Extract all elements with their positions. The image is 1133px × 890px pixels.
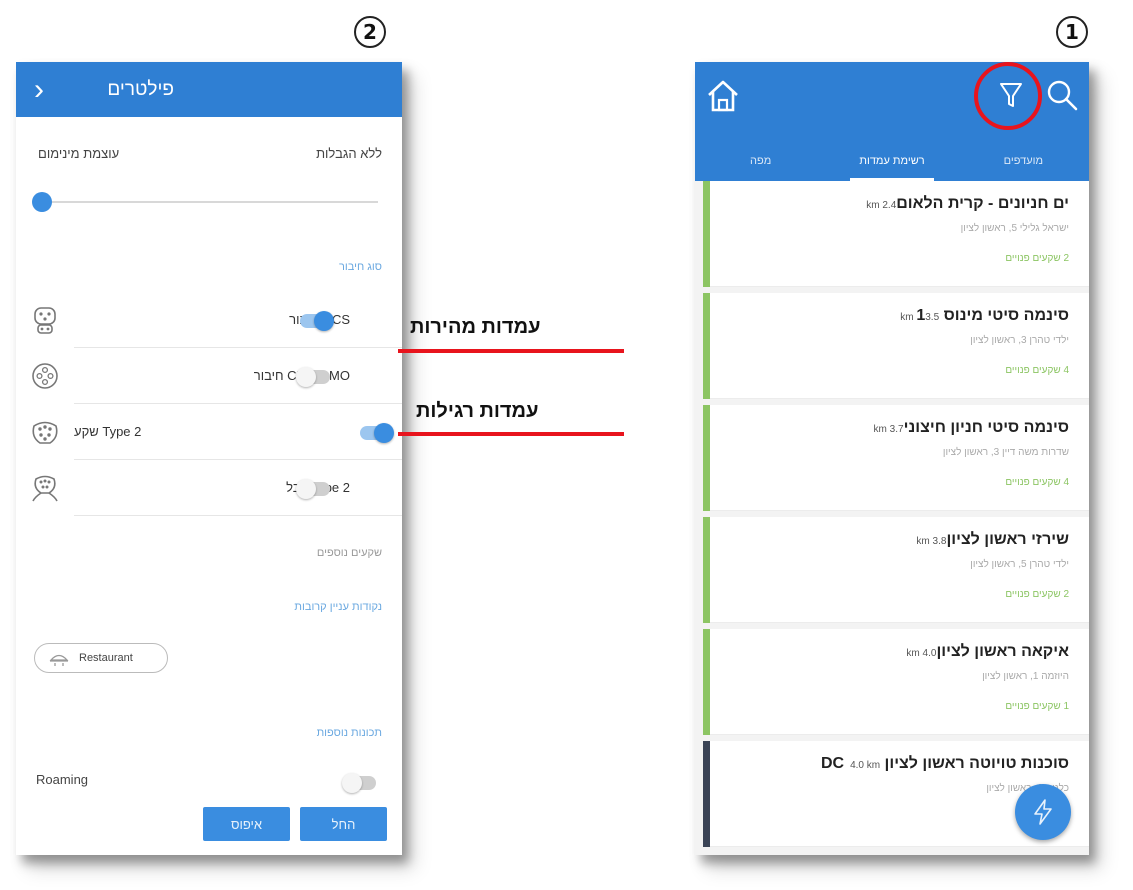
station-distance: 4.0 km [850, 760, 881, 771]
card-divider [710, 734, 1089, 735]
station-address: שדרות משה דיין 3, ראשון לציון [942, 447, 1069, 458]
connector-row-type2-cable[interactable]: כבל Type 2 [32, 460, 402, 516]
step-2-badge: 2 [354, 16, 386, 48]
station-name-row: סינמה סיטי חניון חיצוני3.7 km [868, 419, 1069, 437]
station-list-screen: מועדפים רשימת עמדות מפה ים חניונים - קרי… [695, 62, 1089, 855]
filter-highlight-circle [974, 62, 1042, 130]
regular-annotation-underline [398, 432, 624, 436]
min-power-label: עוצמת מינימום [38, 146, 120, 161]
type2-socket-icon [32, 421, 58, 444]
ccs-toggle[interactable] [300, 311, 334, 331]
min-power-slider-track[interactable] [42, 201, 378, 203]
status-bar [703, 741, 710, 847]
restaurant-icon [49, 654, 69, 666]
chademo-toggle[interactable] [296, 367, 330, 387]
step-1-badge: 1 [1056, 16, 1088, 48]
charge-fab-button[interactable] [1015, 784, 1071, 840]
station-name: שירזי ראשון לציון [946, 531, 1069, 548]
station-card[interactable]: שירזי ראשון לציון3.8 km ילדי טהרן 5, ראשו… [703, 517, 1089, 623]
tab-station-list[interactable]: רשימת עמדות [826, 135, 957, 181]
station-address: ילדי טהרן 5, ראשון לציון [970, 559, 1069, 570]
list-header: מועדפים רשימת עמדות מפה [695, 62, 1089, 181]
station-distance: 4.0 km [906, 648, 937, 659]
list-tabs: מועדפים רשימת עמדות מפה [695, 135, 1089, 181]
card-divider [710, 622, 1089, 623]
card-divider [710, 846, 1089, 847]
ccs-plug-icon [34, 307, 56, 334]
extra-features-title: תכונות נוספות [316, 727, 382, 739]
station-address: היוזמה 1, ראשון לציון [982, 671, 1069, 682]
type2-socket-toggle[interactable] [360, 423, 394, 443]
station-distance: 3.8 km [916, 536, 947, 547]
status-bar [703, 293, 710, 399]
status-bar [703, 405, 710, 511]
poi-section-title: נקודות עניין קרובות [294, 601, 382, 613]
station-card[interactable]: סינמה סיטי מינוס 13.5 km ילדי טהרן 3, ראש… [703, 293, 1089, 399]
station-name: איקאה ראשון לציון [936, 643, 1069, 660]
back-chevron-icon[interactable]: ‹ [34, 74, 44, 105]
roaming-toggle[interactable] [342, 773, 376, 793]
station-availability: 4 שקעים פנויים [1005, 477, 1069, 488]
type2-cable-icon [32, 475, 58, 502]
station-availability: 1 שקעים פנויים [1005, 701, 1069, 712]
type2-cable-toggle[interactable] [296, 479, 330, 499]
card-divider [710, 510, 1089, 511]
filters-header: פילטרים ‹ [16, 62, 402, 117]
more-sockets-link[interactable]: שקעים נוספים [317, 547, 382, 559]
station-name-row: סינמה סיטי מינוס 13.5 km [894, 307, 1069, 325]
station-name: סינמה סיטי חניון חיצוני [903, 419, 1069, 436]
reset-button[interactable]: איפוס [203, 807, 290, 841]
station-address: ילדי טהרן 3, ראשון לציון [970, 335, 1069, 346]
connector-row-ccs[interactable]: חיבור CCS [34, 292, 402, 348]
station-availability: 2 שקעים פנויים [1005, 589, 1069, 600]
fast-stations-annotation: עמדות מהירות [410, 316, 541, 338]
station-name-row: ים חניונים - קרית הלאום2.4 km [860, 195, 1069, 213]
station-card[interactable]: ים חניונים - קרית הלאום2.4 km ישראל גלילי… [703, 181, 1089, 287]
connector-row-chademo[interactable]: חיבור CHAdeMO [32, 348, 402, 404]
tab-favorites[interactable]: מועדפים [958, 135, 1089, 181]
station-name: ים חניונים - קרית הלאום [896, 195, 1069, 212]
restaurant-chip[interactable]: Restaurant [34, 643, 168, 673]
connector-label-type2-socket: שקע Type 2 [74, 424, 142, 439]
restaurant-chip-label: Restaurant [79, 652, 133, 664]
status-bar [703, 629, 710, 735]
card-divider [710, 286, 1089, 287]
station-card[interactable]: סינמה סיטי חניון חיצוני3.7 km שדרות משה ד… [703, 405, 1089, 511]
station-name: סינמה סיטי מינוס 1 [916, 307, 1069, 324]
station-name-row: סוכנות טויוטה ראשון לציון DC4.0 km [821, 755, 1069, 773]
regular-stations-annotation: עמדות רגילות [416, 400, 539, 422]
fast-annotation-underline [398, 349, 624, 353]
station-name-row: שירזי ראשון לציון3.8 km [910, 531, 1069, 549]
connector-section-title: סוג חיבור [339, 261, 382, 273]
station-distance: 3.7 km [873, 424, 904, 435]
connector-row-type2-socket[interactable]: שקע Type 2 [32, 404, 402, 460]
lightning-icon [1034, 799, 1052, 825]
status-bar [703, 181, 710, 287]
station-distance: 2.4 km [866, 200, 897, 211]
min-power-value: ללא הגבלות [316, 146, 382, 161]
filters-title: פילטרים [107, 78, 174, 100]
apply-button[interactable]: החל [300, 807, 387, 841]
search-icon[interactable] [1045, 78, 1079, 112]
card-divider [710, 398, 1089, 399]
min-power-slider-thumb[interactable] [32, 192, 52, 212]
station-card[interactable]: איקאה ראשון לציון4.0 km היוזמה 1, ראשון ל… [703, 629, 1089, 735]
roaming-label: Roaming [36, 772, 89, 787]
home-icon[interactable] [703, 76, 743, 116]
status-bar [703, 517, 710, 623]
station-availability: 2 שקעים פנויים [1005, 253, 1069, 264]
station-name-row: איקאה ראשון לציון4.0 km [900, 643, 1069, 661]
chademo-plug-icon [32, 363, 58, 389]
station-availability: 4 שקעים פנויים [1005, 365, 1069, 376]
filters-screen: פילטרים ‹ עוצמת מינימום ללא הגבלות סוג ח… [16, 62, 402, 855]
station-address: ישראל גלילי 5, ראשון לציון [960, 223, 1069, 234]
tab-map[interactable]: מפה [695, 135, 826, 181]
